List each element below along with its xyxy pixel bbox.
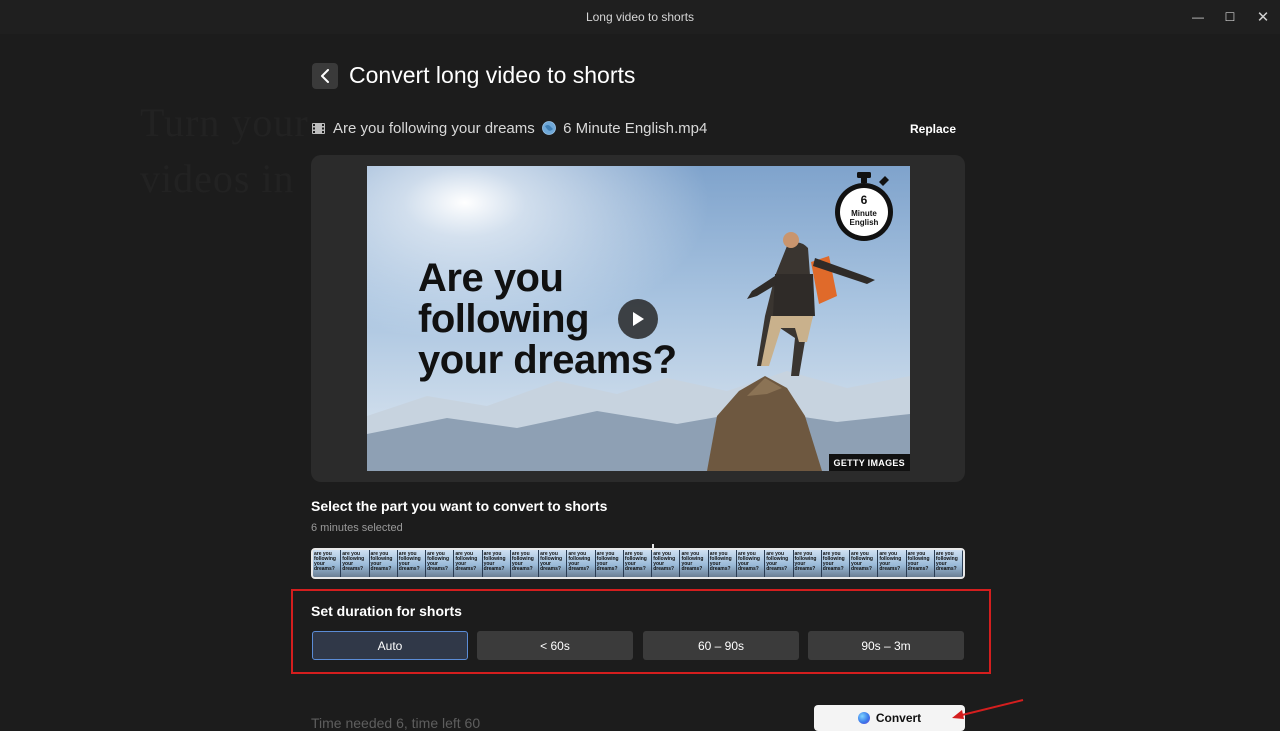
timeline-frame: are you following your dreams?	[510, 550, 540, 577]
convert-label: Convert	[875, 711, 922, 725]
timeline-handle[interactable]	[652, 544, 654, 552]
timeline-frame: are you following your dreams?	[567, 550, 596, 577]
timeline-frame: are you following your dreams?	[708, 550, 737, 577]
background-text-line: Turn your	[140, 100, 309, 145]
timeline-frame: are you following your dreams?	[850, 550, 879, 577]
background-watermark-text: Turn your videos in	[140, 95, 309, 207]
timeline-frame: are you following your dreams?	[934, 550, 963, 577]
duration-option-under-60s[interactable]: < 60s	[477, 631, 633, 660]
timeline-frame: are you following your dreams?	[793, 550, 822, 577]
play-button[interactable]	[618, 299, 658, 339]
title-bar: Long video to shorts — ☐ ✕	[0, 0, 1280, 34]
play-icon	[633, 312, 644, 326]
annotation-arrow	[952, 699, 1024, 719]
timeline-strip[interactable]: are you following your dreams? are you fo…	[311, 548, 965, 579]
timeline-frame: are you following your dreams?	[539, 550, 568, 577]
headline-line: your dreams?	[418, 338, 677, 382]
file-row: Are you following your dreams 6 Minute E…	[312, 120, 707, 137]
video-thumbnail[interactable]: Are you following your dreams? 6 Minute …	[367, 166, 910, 471]
duration-option-auto[interactable]: Auto	[312, 631, 468, 660]
headline-line: Are you	[418, 256, 564, 300]
timeline-frame: are you following your dreams?	[313, 550, 342, 577]
globe-icon	[542, 121, 556, 135]
timeline-frame: are you following your dreams?	[595, 550, 624, 577]
page-title: Convert long video to shorts	[349, 62, 636, 88]
maximize-button[interactable]: ☐	[1214, 0, 1246, 34]
convert-button[interactable]: Convert	[814, 705, 965, 731]
duration-option-90s-3m[interactable]: 90s – 3m	[808, 631, 964, 660]
file-name-part: Are you following your dreams	[333, 120, 535, 137]
timeline-frame: are you following your dreams?	[482, 550, 511, 577]
film-icon	[312, 123, 325, 134]
timeline-frame: are you following your dreams?	[878, 550, 907, 577]
badge-line: English	[850, 218, 879, 227]
timeline-frame: are you following your dreams?	[341, 550, 370, 577]
close-button[interactable]: ✕	[1246, 0, 1280, 34]
selection-subtitle: 6 minutes selected	[311, 522, 403, 534]
timeline-frame: are you following your dreams?	[821, 550, 851, 577]
replace-button[interactable]: Replace	[910, 122, 956, 136]
chevron-left-icon	[321, 69, 329, 83]
window-controls: — ☐ ✕	[1182, 0, 1280, 34]
badge-number: 6	[861, 193, 868, 207]
timeline-frame: are you following your dreams?	[454, 550, 483, 577]
duration-option-60-90s[interactable]: 60 – 90s	[643, 631, 799, 660]
stopwatch-logo: 6 Minute English	[835, 172, 893, 241]
file-name: Are you following your dreams 6 Minute E…	[333, 120, 707, 137]
timeline-frame: are you following your dreams?	[623, 550, 653, 577]
back-button[interactable]	[312, 63, 338, 89]
background-text-line: videos in	[140, 156, 295, 201]
timeline-frame: are you following your dreams?	[426, 550, 455, 577]
selection-label: Select the part you want to convert to s…	[311, 498, 608, 514]
timeline-frame: are you following your dreams?	[906, 550, 935, 577]
badge-line: Minute	[851, 209, 877, 218]
timeline-frame: are you following your dreams?	[397, 550, 427, 577]
timeline-frame: are you following your dreams?	[369, 550, 398, 577]
copilot-icon	[857, 712, 870, 724]
timeline-frame: are you following your dreams?	[765, 550, 794, 577]
duration-label: Set duration for shorts	[311, 603, 462, 619]
time-status: Time needed 6, time left 60	[311, 715, 481, 731]
window-title: Long video to shorts	[585, 10, 695, 24]
minimize-button[interactable]: —	[1182, 0, 1214, 34]
timeline-frame: are you following your dreams?	[736, 550, 766, 577]
image-credit: GETTY IMAGES	[828, 454, 910, 471]
file-name-part: 6 Minute English.mp4	[563, 120, 708, 137]
timeline-frame: are you following your dreams?	[680, 550, 709, 577]
timeline-frame: are you following your dreams?	[652, 550, 681, 577]
